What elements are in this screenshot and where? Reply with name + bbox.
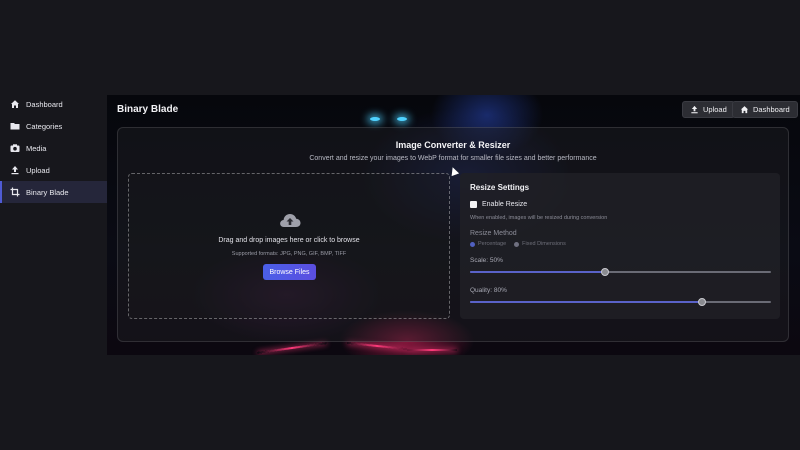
dashboard-button[interactable]: Dashboard: [732, 101, 798, 118]
resize-settings-panel: Resize Settings Enable Resize When enabl…: [460, 173, 780, 319]
slider-fill: [470, 271, 606, 273]
sidebar-item-label: Binary Blade: [26, 187, 69, 197]
page-title: Binary Blade: [117, 104, 179, 115]
sidebar: Dashboard Categories Media Upload Binary…: [0, 93, 107, 203]
main-panel: Binary Blade Upload Dashboard Image Conv…: [107, 95, 800, 355]
sidebar-item-label: Media: [26, 143, 47, 153]
quality-slider[interactable]: [470, 298, 771, 306]
resize-help-text: When enabled, images will be resized dur…: [470, 215, 608, 221]
background-artwork: [257, 342, 327, 354]
radio-dot: [514, 241, 520, 247]
home-icon: [10, 99, 20, 109]
slider-thumb[interactable]: [697, 298, 706, 306]
upload-icon: [691, 105, 698, 114]
upload-button-label: Upload: [703, 105, 727, 114]
drop-zone[interactable]: Drag and drop images here or click to br…: [128, 173, 450, 319]
enable-resize-label: Enable Resize: [482, 201, 528, 208]
sidebar-item-label: Dashboard: [26, 99, 63, 109]
quality-label: Quality: 80%: [470, 287, 507, 294]
drop-zone-text: Drag and drop images here or click to br…: [218, 237, 360, 244]
background-artwork: [407, 349, 457, 351]
sidebar-item-upload[interactable]: Upload: [0, 159, 107, 181]
scale-slider[interactable]: [470, 268, 771, 276]
sidebar-item-categories[interactable]: Categories: [0, 115, 107, 137]
supported-formats: Supported formats: JPG, PNG, GIF, BMP, T…: [231, 251, 347, 257]
radio-label: Percentage: [478, 241, 507, 247]
enable-resize-row[interactable]: Enable Resize: [470, 201, 527, 208]
converter-subtitle: Convert and resize your images to WebP f…: [309, 155, 597, 162]
radio-label: Fixed Dimensions: [522, 241, 566, 247]
radio-percentage[interactable]: Percentage: [470, 241, 506, 247]
scale-label: Scale: 50%: [470, 257, 503, 264]
background-artwork: [347, 341, 407, 351]
converter-card: Image Converter & Resizer Convert and re…: [117, 127, 789, 342]
resize-settings-title: Resize Settings: [470, 183, 530, 192]
upload-icon: [10, 165, 20, 175]
converter-title: Image Converter & Resizer: [395, 140, 511, 150]
top-bar: Binary Blade Upload Dashboard: [107, 95, 800, 125]
browse-files-button[interactable]: Browse Files: [263, 264, 316, 280]
upload-button[interactable]: Upload: [682, 101, 735, 118]
dashboard-button-label: Dashboard: [753, 105, 790, 114]
resize-method-label: Resize Method: [470, 230, 517, 237]
slider-thumb[interactable]: [601, 268, 610, 276]
sidebar-item-label: Upload: [26, 165, 50, 175]
home-icon: [740, 106, 749, 114]
slider-fill: [470, 301, 702, 303]
folder-icon: [10, 121, 20, 131]
sidebar-item-media[interactable]: Media: [0, 137, 107, 159]
sidebar-item-dashboard[interactable]: Dashboard: [0, 93, 107, 115]
cloud-upload-icon: [280, 214, 301, 227]
sidebar-item-binary-blade[interactable]: Binary Blade: [0, 181, 107, 203]
crop-icon: [10, 187, 20, 197]
enable-resize-checkbox[interactable]: [470, 201, 477, 208]
sidebar-item-label: Categories: [26, 121, 63, 131]
camera-icon: [10, 143, 20, 153]
radio-fixed-dimensions[interactable]: Fixed Dimensions: [514, 241, 566, 247]
resize-method-options: Percentage Fixed Dimensions: [470, 241, 566, 247]
radio-dot: [470, 241, 475, 247]
